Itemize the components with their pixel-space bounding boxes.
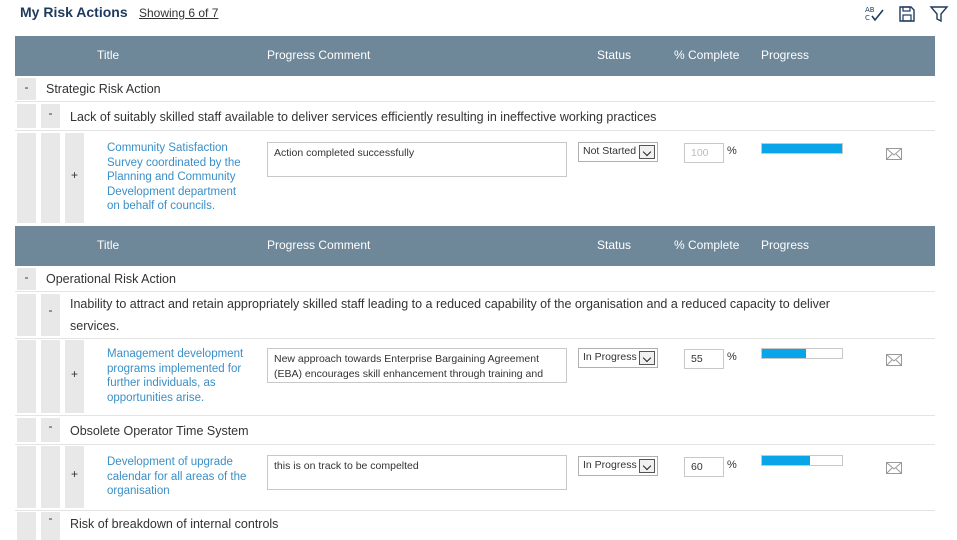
column-percent-complete[interactable]: % Complete	[674, 238, 739, 252]
column-status[interactable]: Status	[597, 238, 631, 252]
column-progress-comment[interactable]: Progress Comment	[267, 238, 370, 252]
collapse-risk-toggle[interactable]: -	[41, 106, 60, 120]
progress-comment-field[interactable]: Action completed successfully	[267, 142, 567, 177]
column-status[interactable]: Status	[597, 48, 631, 62]
percent-sign: %	[727, 145, 737, 157]
progress-bar	[761, 348, 843, 359]
filter-icon	[929, 6, 949, 23]
collapse-risk-toggle[interactable]: -	[41, 303, 60, 317]
progress-bar	[761, 143, 843, 154]
page-title: My Risk Actions	[20, 4, 128, 20]
filter-button[interactable]	[929, 4, 949, 24]
status-select[interactable]: In Progress	[578, 456, 658, 476]
envelope-icon	[886, 148, 902, 160]
risk-name: Inability to attract and retain appropri…	[70, 297, 830, 333]
action-title-link[interactable]: Community Satisfaction Survey coordinate…	[107, 141, 241, 214]
expand-action-toggle[interactable]: +	[65, 367, 84, 381]
risk-name: Lack of suitably skilled staff available…	[70, 110, 657, 124]
status-select[interactable]: In Progress	[578, 348, 658, 368]
top-bar: My Risk Actions Showing 6 of 7 AB C	[0, 0, 957, 36]
progress-comment-field[interactable]: New approach towards Enterprise Bargaini…	[267, 348, 567, 383]
chevron-down-icon[interactable]	[639, 459, 655, 473]
chevron-down-icon[interactable]	[639, 145, 655, 159]
progress-bar	[761, 455, 843, 466]
group-name: Strategic Risk Action	[46, 82, 161, 96]
collapse-risk-toggle[interactable]: -	[41, 511, 60, 525]
collapse-group-toggle[interactable]: -	[17, 80, 36, 94]
action-title-link[interactable]: Management development programs implemen…	[107, 347, 243, 405]
spellcheck-button[interactable]: AB C	[864, 4, 884, 24]
column-header-row: Title Progress Comment Status % Complete…	[15, 36, 935, 76]
showing-count-link[interactable]: Showing 6 of 7	[139, 6, 218, 20]
spellcheck-text-bottom: C	[865, 14, 870, 22]
column-header-row: Title Progress Comment Status % Complete…	[15, 226, 935, 266]
percent-sign: %	[727, 351, 737, 363]
email-button[interactable]	[886, 462, 902, 474]
risk-name: Obsolete Operator Time System	[70, 424, 249, 438]
status-select[interactable]: Not Started	[578, 142, 658, 162]
collapse-group-toggle[interactable]: -	[17, 270, 36, 284]
percent-complete-input[interactable]: 55	[684, 349, 724, 369]
column-title[interactable]: Title	[97, 238, 119, 252]
expand-action-toggle[interactable]: +	[65, 467, 84, 481]
percent-complete-input: 100	[684, 143, 724, 163]
risk-name: Risk of breakdown of internal controls	[70, 517, 279, 531]
save-icon	[899, 6, 915, 22]
save-button[interactable]	[897, 4, 917, 24]
expand-action-toggle[interactable]: +	[65, 168, 84, 182]
spellcheck-text-top: AB	[865, 6, 875, 14]
column-percent-complete[interactable]: % Complete	[674, 48, 739, 62]
group-name: Operational Risk Action	[46, 272, 176, 286]
percent-complete-input[interactable]: 60	[684, 457, 724, 477]
column-progress[interactable]: Progress	[761, 48, 809, 62]
column-progress[interactable]: Progress	[761, 238, 809, 252]
action-title-link[interactable]: Development of upgrade calendar for all …	[107, 455, 246, 499]
percent-sign: %	[727, 459, 737, 471]
collapse-risk-toggle[interactable]: -	[41, 419, 60, 433]
spellcheck-icon: AB C	[865, 6, 884, 22]
envelope-icon	[886, 462, 902, 474]
email-button[interactable]	[886, 354, 902, 366]
progress-comment-field[interactable]: this is on track to be compelted	[267, 455, 567, 490]
email-button[interactable]	[886, 148, 902, 160]
chevron-down-icon[interactable]	[639, 351, 655, 365]
column-title[interactable]: Title	[97, 48, 119, 62]
envelope-icon	[886, 354, 902, 366]
column-progress-comment[interactable]: Progress Comment	[267, 48, 370, 62]
